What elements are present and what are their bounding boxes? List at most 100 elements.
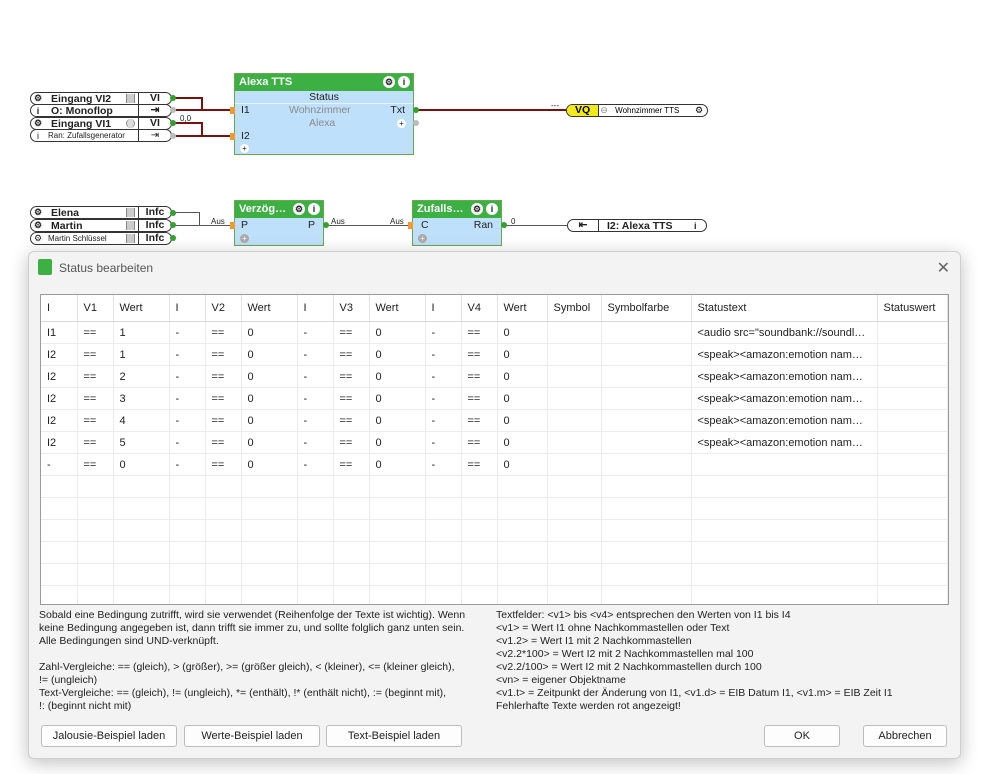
random-block[interactable]: Zufalls… ⚙ i C Ran +: [412, 200, 502, 246]
table-cell[interactable]: [425, 585, 462, 604]
table-cell[interactable]: I1: [41, 321, 78, 344]
table-cell[interactable]: [877, 387, 948, 410]
table-cell[interactable]: [241, 541, 298, 564]
table-cell[interactable]: [691, 453, 878, 476]
table-cell[interactable]: [461, 519, 498, 542]
table-cell[interactable]: 0: [241, 343, 298, 366]
table-cell[interactable]: [113, 541, 170, 564]
table-cell[interactable]: ==: [205, 409, 242, 432]
block-header[interactable]: Alexa TTS ⚙ i: [235, 74, 413, 91]
table-cell[interactable]: [77, 541, 114, 564]
table-cell[interactable]: [41, 563, 78, 586]
table-cell[interactable]: -: [425, 387, 462, 410]
table-cell[interactable]: [877, 321, 948, 344]
table-cell[interactable]: ==: [333, 321, 370, 344]
gear-icon[interactable]: ⚙: [33, 207, 43, 218]
table-cell[interactable]: 5: [113, 431, 170, 454]
port[interactable]: [170, 210, 176, 216]
port[interactable]: [170, 95, 176, 101]
table-cell[interactable]: [41, 585, 78, 604]
column-header[interactable]: Symbol: [547, 295, 602, 322]
table-cell[interactable]: I2: [41, 409, 78, 432]
input-martin-schluessel[interactable]: ⚙ Martin Schlüssel Infc: [30, 232, 172, 245]
table-cell[interactable]: [297, 475, 334, 498]
table-cell[interactable]: [205, 497, 242, 520]
table-cell[interactable]: [547, 365, 602, 388]
table-cell[interactable]: 0: [241, 365, 298, 388]
table-cell[interactable]: [547, 343, 602, 366]
table-cell[interactable]: [877, 585, 948, 604]
table-cell[interactable]: ==: [205, 453, 242, 476]
table-cell[interactable]: 0: [497, 343, 548, 366]
table-cell[interactable]: [41, 519, 78, 542]
table-cell[interactable]: [461, 563, 498, 586]
table-cell[interactable]: [333, 585, 370, 604]
table-cell[interactable]: [547, 321, 602, 344]
info-icon[interactable]: i: [33, 106, 43, 116]
table-row[interactable]: I2 == 3- == 0- == 0- == 0 <speak><amazon:emotion …: [41, 387, 948, 410]
table-cell[interactable]: [333, 519, 370, 542]
table-cell[interactable]: [297, 585, 334, 604]
add-input-icon[interactable]: +: [418, 234, 427, 243]
table-cell[interactable]: [113, 519, 170, 542]
table-cell[interactable]: ==: [77, 431, 114, 454]
table-cell[interactable]: [369, 563, 426, 586]
table-cell[interactable]: [333, 497, 370, 520]
table-cell[interactable]: [297, 519, 334, 542]
table-cell[interactable]: [205, 585, 242, 604]
table-cell[interactable]: [877, 365, 948, 388]
table-row[interactable]: [41, 563, 948, 586]
table-cell[interactable]: [877, 431, 948, 454]
table-cell[interactable]: [113, 585, 170, 604]
input-martin[interactable]: ⚙ Martin Infc: [30, 219, 172, 232]
table-cell[interactable]: 3: [113, 387, 170, 410]
table-cell[interactable]: [877, 563, 948, 586]
table-cell[interactable]: [601, 497, 692, 520]
table-cell[interactable]: -: [425, 343, 462, 366]
table-cell[interactable]: [169, 497, 206, 520]
column-header[interactable]: Wert: [369, 295, 426, 322]
table-cell[interactable]: ==: [333, 387, 370, 410]
column-header[interactable]: Symbolfarbe: [601, 295, 692, 322]
output-p[interactable]: P: [308, 219, 315, 231]
table-cell[interactable]: 0: [113, 453, 170, 476]
table-cell[interactable]: [425, 563, 462, 586]
gear-icon[interactable]: ⚙: [293, 203, 305, 215]
table-cell[interactable]: [77, 585, 114, 604]
port[interactable]: [170, 133, 176, 139]
table-cell[interactable]: 0: [369, 453, 426, 476]
table-cell[interactable]: 4: [113, 409, 170, 432]
ok-button[interactable]: OK: [764, 725, 840, 747]
table-cell[interactable]: [547, 387, 602, 410]
table-cell[interactable]: [601, 585, 692, 604]
table-cell[interactable]: [547, 497, 602, 520]
column-header[interactable]: I: [41, 295, 78, 322]
column-header[interactable]: V1: [77, 295, 114, 322]
table-cell[interactable]: [241, 497, 298, 520]
table-cell[interactable]: [877, 541, 948, 564]
block-header[interactable]: Zufalls… ⚙ i: [413, 201, 501, 218]
table-cell[interactable]: 0: [241, 431, 298, 454]
table-cell[interactable]: [691, 497, 878, 520]
table-cell[interactable]: ==: [333, 365, 370, 388]
gear-icon[interactable]: ⚙: [33, 233, 43, 244]
port[interactable]: [501, 222, 507, 228]
table-cell[interactable]: [425, 475, 462, 498]
table-cell[interactable]: [601, 409, 692, 432]
table-cell[interactable]: [547, 475, 602, 498]
table-cell[interactable]: ==: [333, 453, 370, 476]
info-icon[interactable]: i: [398, 76, 410, 88]
table-cell[interactable]: [497, 563, 548, 586]
table-cell[interactable]: ==: [461, 431, 498, 454]
table-cell[interactable]: <speak><amazon:emotion nam…: [691, 387, 878, 410]
column-header[interactable]: Wert: [497, 295, 548, 322]
table-cell[interactable]: <speak><amazon:emotion nam…: [691, 431, 878, 454]
load-values-example-button[interactable]: Werte-Beispiel laden: [184, 725, 320, 747]
table-cell[interactable]: [77, 475, 114, 498]
table-cell[interactable]: 0: [369, 365, 426, 388]
table-cell[interactable]: ==: [77, 453, 114, 476]
gear-icon[interactable]: ⚙: [33, 118, 43, 129]
table-cell[interactable]: [369, 541, 426, 564]
table-cell[interactable]: 0: [241, 453, 298, 476]
table-row[interactable]: [41, 475, 948, 498]
